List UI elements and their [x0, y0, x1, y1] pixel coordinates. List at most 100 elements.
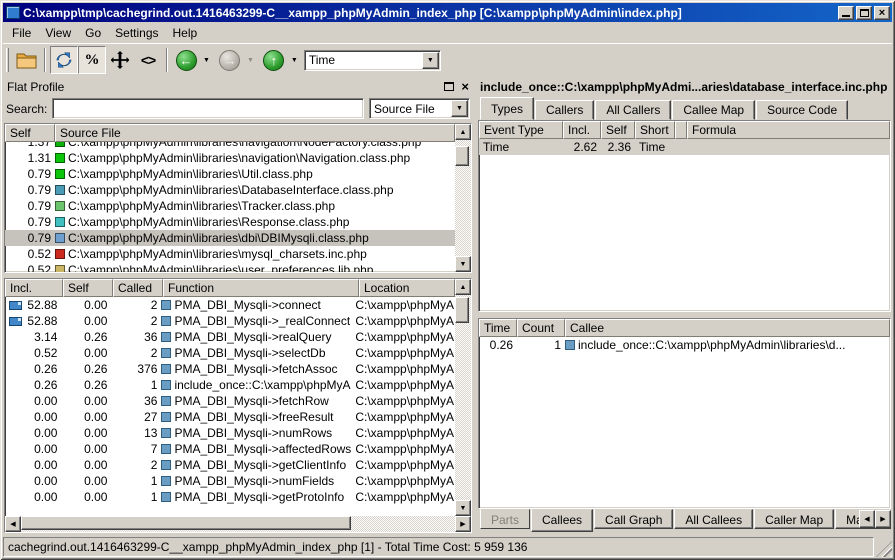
event-type-row[interactable]: Time2.622.36Time [479, 139, 890, 155]
search-input[interactable] [52, 98, 364, 119]
tab-callers[interactable]: Callers [535, 100, 594, 120]
minimize-button[interactable] [838, 6, 854, 20]
source-file-row[interactable]: 0.79C:\xampp\phpMyAdmin\libraries\Util.c… [5, 166, 455, 182]
tab-types[interactable]: Types [480, 97, 534, 120]
function-name: PMA_DBI_Mysqli->affectedRows [174, 441, 351, 457]
title-bar[interactable]: C:\xampp\tmp\cachegrind.out.1416463299-C… [3, 3, 892, 22]
scroll-right-icon[interactable]: ▶ [455, 516, 471, 532]
resize-grip[interactable] [876, 541, 892, 557]
function-col-header[interactable]: Incl. [5, 279, 63, 297]
function-col-header[interactable]: Location [359, 279, 455, 297]
relative-to-parent-button[interactable] [106, 46, 134, 74]
event-col-header[interactable]: Incl. [563, 121, 601, 139]
function-row[interactable]: 0.000.001PMA_DBI_Mysqli->numFieldsC:\xam… [5, 473, 455, 489]
scroll-down-icon[interactable]: ▼ [455, 500, 471, 516]
source-file-row[interactable]: 0.79C:\xampp\phpMyAdmin\libraries\Databa… [5, 182, 455, 198]
scroll-left-icon[interactable]: ◀ [5, 516, 21, 532]
callee-col-header[interactable]: Time [479, 319, 517, 337]
function-col-header[interactable]: Function [163, 279, 359, 297]
toolbar-handle[interactable] [6, 48, 9, 72]
cycle-detection-button[interactable] [50, 46, 78, 74]
tab-caller-map[interactable]: Caller Map [754, 509, 834, 529]
scroll-up-icon[interactable]: ▲ [455, 279, 471, 295]
tab-source-code[interactable]: Source Code [756, 100, 848, 120]
tab-call-graph[interactable]: Call Graph [594, 509, 673, 529]
callee-col-header[interactable]: Count [517, 319, 565, 337]
tabs-scroll-left-icon[interactable]: ◀ [859, 510, 875, 528]
function-row[interactable]: 0.260.26376PMA_DBI_Mysqli->fetchAssocC:\… [5, 361, 455, 377]
function-col-header[interactable]: Called [113, 279, 163, 297]
source-col-header[interactable]: Source File [55, 124, 455, 142]
combo-dropdown-icon[interactable]: ▼ [451, 100, 468, 117]
back-button[interactable]: ← [172, 46, 200, 74]
scroll-thumb[interactable] [455, 146, 469, 166]
flat-profile-titlebar[interactable]: Flat Profile × [3, 77, 473, 96]
source-col-header[interactable]: Self [5, 124, 55, 142]
function-row[interactable]: 0.000.0027PMA_DBI_Mysqli->freeResultC:\x… [5, 409, 455, 425]
combo-dropdown-icon[interactable]: ▼ [422, 52, 439, 69]
back-dropdown-caret[interactable]: ▼ [203, 57, 210, 64]
location-value: C:\xampp\phpMyA [351, 457, 455, 473]
callee-row[interactable]: 0.261include_once::C:\xampp\phpMyAdmin\l… [479, 337, 890, 353]
forward-button[interactable]: → [216, 46, 244, 74]
menu-go[interactable]: Go [78, 24, 108, 42]
group-selector[interactable]: Source File ▼ [369, 98, 470, 119]
event-col-header[interactable]: Event Type [479, 121, 563, 139]
function-row[interactable]: 0.000.002PMA_DBI_Mysqli->getClientInfoC:… [5, 457, 455, 473]
function-row[interactable]: 0.260.261include_once::C:\xampp\phpMyAd.… [5, 377, 455, 393]
function-row[interactable]: 0.000.001PMA_DBI_Mysqli->getProtoInfoC:\… [5, 489, 455, 505]
tab-all-callers[interactable]: All Callers [595, 100, 671, 120]
scroll-up-icon[interactable]: ▲ [455, 124, 471, 140]
source-file-row[interactable]: 0.52C:\xampp\phpMyAdmin\libraries\user_p… [5, 262, 455, 272]
function-row[interactable]: 0.000.007PMA_DBI_Mysqli->affectedRowsC:\… [5, 441, 455, 457]
tab-callee-map[interactable]: Callee Map [672, 100, 755, 120]
menu-file[interactable]: File [5, 24, 38, 42]
open-file-button[interactable] [12, 46, 40, 74]
menu-settings[interactable]: Settings [108, 24, 165, 42]
source-file-row[interactable]: 1.37C:\xampp\phpMyAdmin\libraries\naviga… [5, 142, 455, 150]
function-row[interactable]: 0.000.0036PMA_DBI_Mysqli->fetchRowC:\xam… [5, 393, 455, 409]
tabs-scroll-right-icon[interactable]: ▶ [875, 510, 891, 528]
function-row[interactable]: 52.880.002PMA_DBI_Mysqli->_realConnectC:… [5, 313, 455, 329]
close-panel-icon[interactable]: × [461, 82, 469, 92]
called-value: 36 [111, 393, 161, 409]
up-dropdown-caret[interactable]: ▼ [291, 57, 298, 64]
self-value: 0.00 [61, 313, 111, 329]
function-table-vscrollbar[interactable]: ▲ ▼ [455, 279, 471, 516]
event-type-selector[interactable]: Time ▼ [304, 50, 441, 71]
source-file-row[interactable]: 0.79C:\xampp\phpMyAdmin\libraries\Respon… [5, 214, 455, 230]
tab-callees[interactable]: Callees [531, 509, 593, 532]
scroll-thumb[interactable] [455, 297, 469, 323]
menu-view[interactable]: View [38, 24, 78, 42]
source-file-row[interactable]: 0.52C:\xampp\phpMyAdmin\libraries\mysql_… [5, 246, 455, 262]
function-row[interactable]: 0.000.0013PMA_DBI_Mysqli->numRowsC:\xamp… [5, 425, 455, 441]
function-table-hscrollbar[interactable]: ◀ ▶ [5, 516, 471, 532]
forward-dropdown-caret[interactable]: ▼ [247, 57, 254, 64]
scroll-thumb[interactable] [21, 516, 351, 530]
incl-value: 0.00 [34, 425, 57, 441]
scroll-down-icon[interactable]: ▼ [455, 256, 471, 272]
event-col-header[interactable]: Short [635, 121, 675, 139]
source-list-scrollbar[interactable]: ▲ ▼ [455, 124, 471, 272]
maximize-button[interactable] [856, 6, 872, 20]
event-col-header[interactable]: Formula [687, 121, 890, 139]
source-file-row[interactable]: 0.79C:\xampp\phpMyAdmin\libraries\dbi\DB… [5, 230, 455, 246]
up-button[interactable]: ↑ [260, 46, 288, 74]
close-button[interactable]: × [874, 6, 890, 20]
function-col-header[interactable]: Self [63, 279, 113, 297]
function-name: PMA_DBI_Mysqli->selectDb [174, 345, 325, 361]
source-file-row[interactable]: 1.31C:\xampp\phpMyAdmin\libraries\naviga… [5, 150, 455, 166]
event-col-header[interactable] [675, 121, 687, 139]
function-row[interactable]: 0.520.002PMA_DBI_Mysqli->selectDbC:\xamp… [5, 345, 455, 361]
source-file-row[interactable]: 0.79C:\xampp\phpMyAdmin\libraries\Tracke… [5, 198, 455, 214]
tab-parts[interactable]: Parts [480, 509, 530, 529]
function-row[interactable]: 3.140.2636PMA_DBI_Mysqli->realQueryC:\xa… [5, 329, 455, 345]
relative-percent-button[interactable]: % [78, 46, 106, 74]
menu-help[interactable]: Help [166, 24, 205, 42]
float-panel-icon[interactable] [444, 82, 454, 91]
function-row[interactable]: 52.880.002PMA_DBI_Mysqli->connectC:\xamp… [5, 297, 455, 313]
shorten-templates-button[interactable]: <> [134, 46, 162, 74]
event-col-header[interactable]: Self [601, 121, 635, 139]
callee-col-header[interactable]: Callee [565, 319, 890, 337]
tab-all-callees[interactable]: All Callees [674, 509, 753, 529]
